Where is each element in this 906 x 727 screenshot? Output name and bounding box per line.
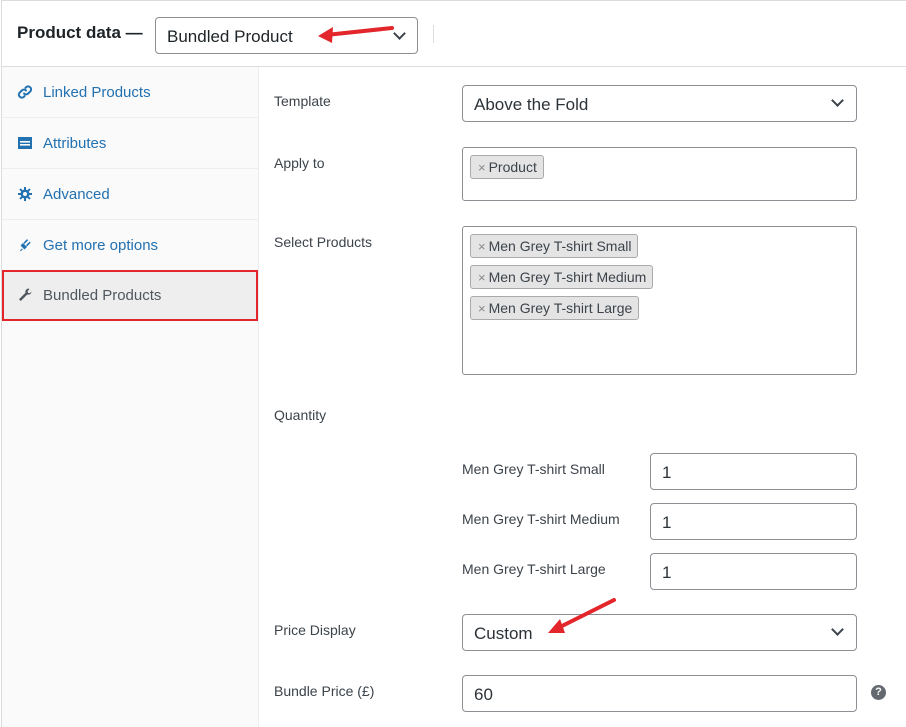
quantity-item-label: Men Grey T-shirt Small — [462, 461, 605, 477]
select-products-field[interactable]: × Men Grey T-shirt Small × Men Grey T-shir… — [462, 226, 857, 375]
quantity-input-large[interactable]: 1 — [650, 553, 857, 590]
bundle-price-label: Bundle Price (£) — [274, 683, 375, 699]
remove-chip-icon[interactable]: × — [478, 301, 486, 316]
remove-chip-icon[interactable]: × — [478, 160, 486, 175]
panel-header: Product data — Bundled Product — [2, 1, 906, 67]
tab-label: Advanced — [43, 186, 110, 203]
tab-label: Linked Products — [43, 84, 151, 101]
chevron-down-icon — [831, 94, 844, 107]
quantity-item-label: Men Grey T-shirt Medium — [462, 511, 620, 527]
link-icon — [17, 84, 33, 100]
remove-chip-icon[interactable]: × — [478, 239, 486, 254]
panel-title: Product data — — [17, 23, 143, 42]
chevron-down-icon — [831, 623, 844, 636]
annotation-arrow-icon — [548, 598, 616, 633]
plugin-icon — [17, 237, 33, 253]
quantity-label: Quantity — [274, 407, 327, 423]
selected-chip[interactable]: × Men Grey T-shirt Small — [470, 234, 639, 258]
product-data-panel: Product data — Bundled Product Linked Pr… — [1, 0, 906, 727]
help-icon[interactable]: ? — [871, 685, 886, 700]
template-select[interactable]: Above the Fold — [462, 85, 857, 122]
selected-chip[interactable]: × Men Grey T-shirt Large — [470, 296, 640, 320]
tab-attributes[interactable]: Attributes — [2, 118, 258, 169]
gear-icon — [17, 186, 33, 202]
annotation-arrow-icon — [318, 26, 394, 43]
select-products-label: Select Products — [274, 234, 373, 250]
selected-chip[interactable]: × Men Grey T-shirt Medium — [470, 265, 654, 289]
remove-chip-icon[interactable]: × — [478, 270, 486, 285]
tab-get-more-options[interactable]: Get more options — [2, 220, 258, 271]
bundle-price-input[interactable]: 60 — [462, 675, 857, 712]
tab-bundled-products[interactable]: Bundled Products — [2, 270, 258, 321]
tab-advanced[interactable]: Advanced — [2, 169, 258, 220]
price-display-select[interactable]: Custom — [462, 614, 857, 651]
price-display-value: Custom — [474, 624, 533, 643]
template-label: Template — [274, 93, 331, 109]
tab-linked-products[interactable]: Linked Products — [2, 67, 258, 118]
wrench-icon — [17, 287, 33, 303]
selected-chip[interactable]: × Product — [470, 155, 544, 179]
tab-label: Get more options — [43, 237, 159, 254]
apply-to-label: Apply to — [274, 155, 325, 171]
quantity-input-small[interactable]: 1 — [650, 453, 857, 490]
apply-to-field[interactable]: × Product — [462, 147, 857, 201]
quantity-item-label: Men Grey T-shirt Large — [462, 561, 606, 577]
product-data-tabs: Linked Products Attributes Advanced Get … — [2, 67, 259, 727]
price-display-label: Price Display — [274, 622, 356, 638]
product-type-value: Bundled Product — [167, 27, 293, 46]
tab-label: Attributes — [43, 135, 107, 152]
tab-label: Bundled Products — [43, 287, 162, 304]
template-value: Above the Fold — [474, 95, 589, 114]
header-divider — [433, 25, 434, 43]
attributes-icon — [17, 135, 33, 151]
quantity-input-medium[interactable]: 1 — [650, 503, 857, 540]
